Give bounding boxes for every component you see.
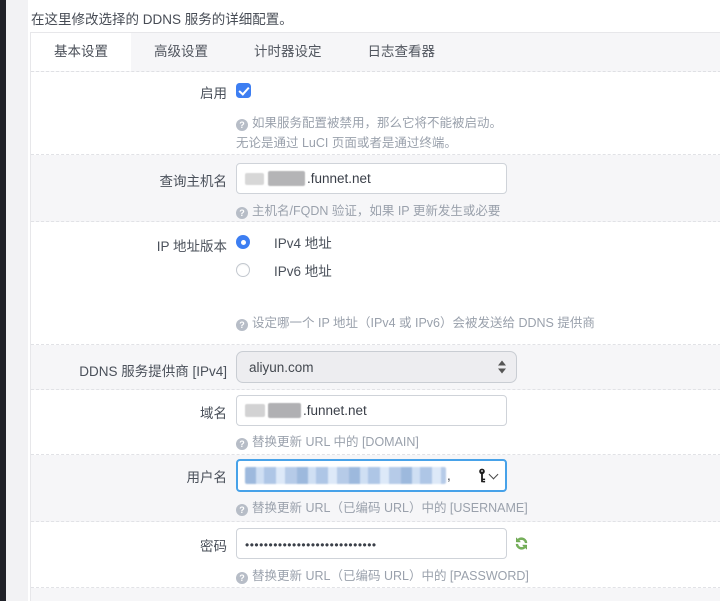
content-area: 在这里修改选择的 DDNS 服务的详细配置。 基本设置 高级设置 计时器设定 日… [28, 0, 720, 601]
username-help: ? 替换更新 URL（已编码 URL）中的 [USERNAME] [236, 498, 720, 518]
row-password: 密码 •••••••••••••••••••••••••••• ? 替换更新 U… [31, 522, 720, 588]
ddns-config-page: 在这里修改选择的 DDNS 服务的详细配置。 基本设置 高级设置 计时器设定 日… [0, 0, 720, 601]
page-description: 在这里修改选择的 DDNS 服务的详细配置。 [31, 12, 293, 27]
help-icon: ? [236, 504, 248, 516]
help-icon: ? [236, 319, 248, 331]
row-username: 用户名 , ? 替换更新 URL（已编码 URL）中的 [USERNAME] [31, 455, 720, 522]
username-label: 用户名 [186, 470, 228, 485]
provider-label: DDNS 服务提供商 [IPv4] [79, 364, 227, 379]
ipv4-radio[interactable] [236, 235, 250, 249]
password-help: ? 替换更新 URL（已编码 URL）中的 [PASSWORD] [236, 566, 720, 586]
enable-checkbox[interactable] [236, 83, 251, 99]
ipv6-radio[interactable] [236, 263, 250, 277]
row-provider: DDNS 服务提供商 [IPv4] aliyun.com [31, 345, 720, 390]
page-gutter [6, 0, 28, 601]
password-input[interactable]: •••••••••••••••••••••••••••• [236, 528, 507, 559]
help-icon: ? [236, 438, 248, 450]
row-domain: 域名 .funnet.net ? 替换更新 URL 中的 [DOMAIN] [31, 390, 720, 455]
config-section: 基本设置 高级设置 计时器设定 日志查看器 启用 ? 如果服务配置被禁用，那么它将… [30, 32, 720, 601]
password-manager-button[interactable] [477, 468, 499, 484]
next-row-partial [31, 588, 720, 601]
redacted-text [245, 172, 264, 185]
domain-label: 域名 [200, 406, 227, 421]
redacted-text [268, 403, 301, 418]
enable-help-line1: 如果服务配置被禁用，那么它将不能被启动。 [252, 116, 503, 130]
enable-help-line2: 无论是通过 LuCI 页面或者是通过终端。 [236, 136, 457, 150]
domain-input[interactable]: .funnet.net [236, 395, 507, 426]
row-lookup-hostname: 查询主机名 .funnet.net ? 主机名/FQDN 验证，如果 IP 更新发… [31, 155, 720, 222]
username-input[interactable]: , [236, 459, 507, 492]
ipv6-radio-label[interactable]: IPv6 地址 [274, 260, 332, 280]
lookup-hostname-label: 查询主机名 [159, 174, 228, 189]
domain-help: ? 替换更新 URL 中的 [DOMAIN] [236, 432, 720, 452]
hostname-suffix: .funnet.net [307, 171, 371, 186]
provider-select[interactable]: aliyun.com [236, 351, 517, 383]
row-enable: 启用 ? 如果服务配置被禁用，那么它将不能被启动。 无论是通过 LuCI 页面或者… [31, 72, 720, 155]
provider-selected-value: aliyun.com [249, 359, 314, 375]
tab-log-viewer[interactable]: 日志查看器 [345, 33, 459, 71]
refresh-icon [515, 537, 528, 550]
ipv4-radio-label[interactable]: IPv4 地址 [274, 232, 332, 252]
help-icon: ? [236, 207, 248, 219]
toggle-password-button[interactable] [514, 536, 529, 551]
redacted-text [245, 404, 265, 417]
domain-suffix: .funnet.net [303, 403, 367, 418]
password-label: 密码 [200, 539, 227, 554]
select-arrows-icon [498, 360, 506, 374]
enable-label: 启用 [200, 86, 227, 101]
redacted-text [268, 171, 305, 186]
masked-password: •••••••••••••••••••••••••••• [245, 537, 377, 552]
lookup-hostname-input[interactable]: .funnet.net [236, 163, 507, 194]
redacted-text [245, 467, 446, 484]
key-icon [479, 468, 486, 482]
form-rows: 启用 ? 如果服务配置被禁用，那么它将不能被启动。 无论是通过 LuCI 页面或者… [31, 72, 720, 601]
ip-version-label: IP 地址版本 [156, 239, 227, 254]
tab-bar: 基本设置 高级设置 计时器设定 日志查看器 [31, 33, 720, 72]
enable-help: ? 如果服务配置被禁用，那么它将不能被启动。 无论是通过 LuCI 页面或者是通过… [236, 113, 720, 153]
ip-version-help: ? 设定哪一个 IP 地址（IPv4 或 IPv6）会被发送给 DDNS 提供商 [236, 313, 720, 333]
lookup-hostname-help: ? 主机名/FQDN 验证，如果 IP 更新发生或必要 [236, 201, 720, 221]
tab-basic-settings[interactable]: 基本设置 [31, 33, 131, 71]
username-tail: , [447, 468, 451, 483]
row-ip-version: IP 地址版本 IPv4 地址 IPv6 地址 ? 设定哪一个 IP 地址（IPv… [31, 222, 720, 345]
help-icon: ? [236, 119, 248, 131]
chevron-down-icon [488, 469, 499, 479]
tab-timer-settings[interactable]: 计时器设定 [231, 33, 345, 71]
tab-advanced-settings[interactable]: 高级设置 [131, 33, 231, 71]
help-icon: ? [236, 572, 248, 584]
